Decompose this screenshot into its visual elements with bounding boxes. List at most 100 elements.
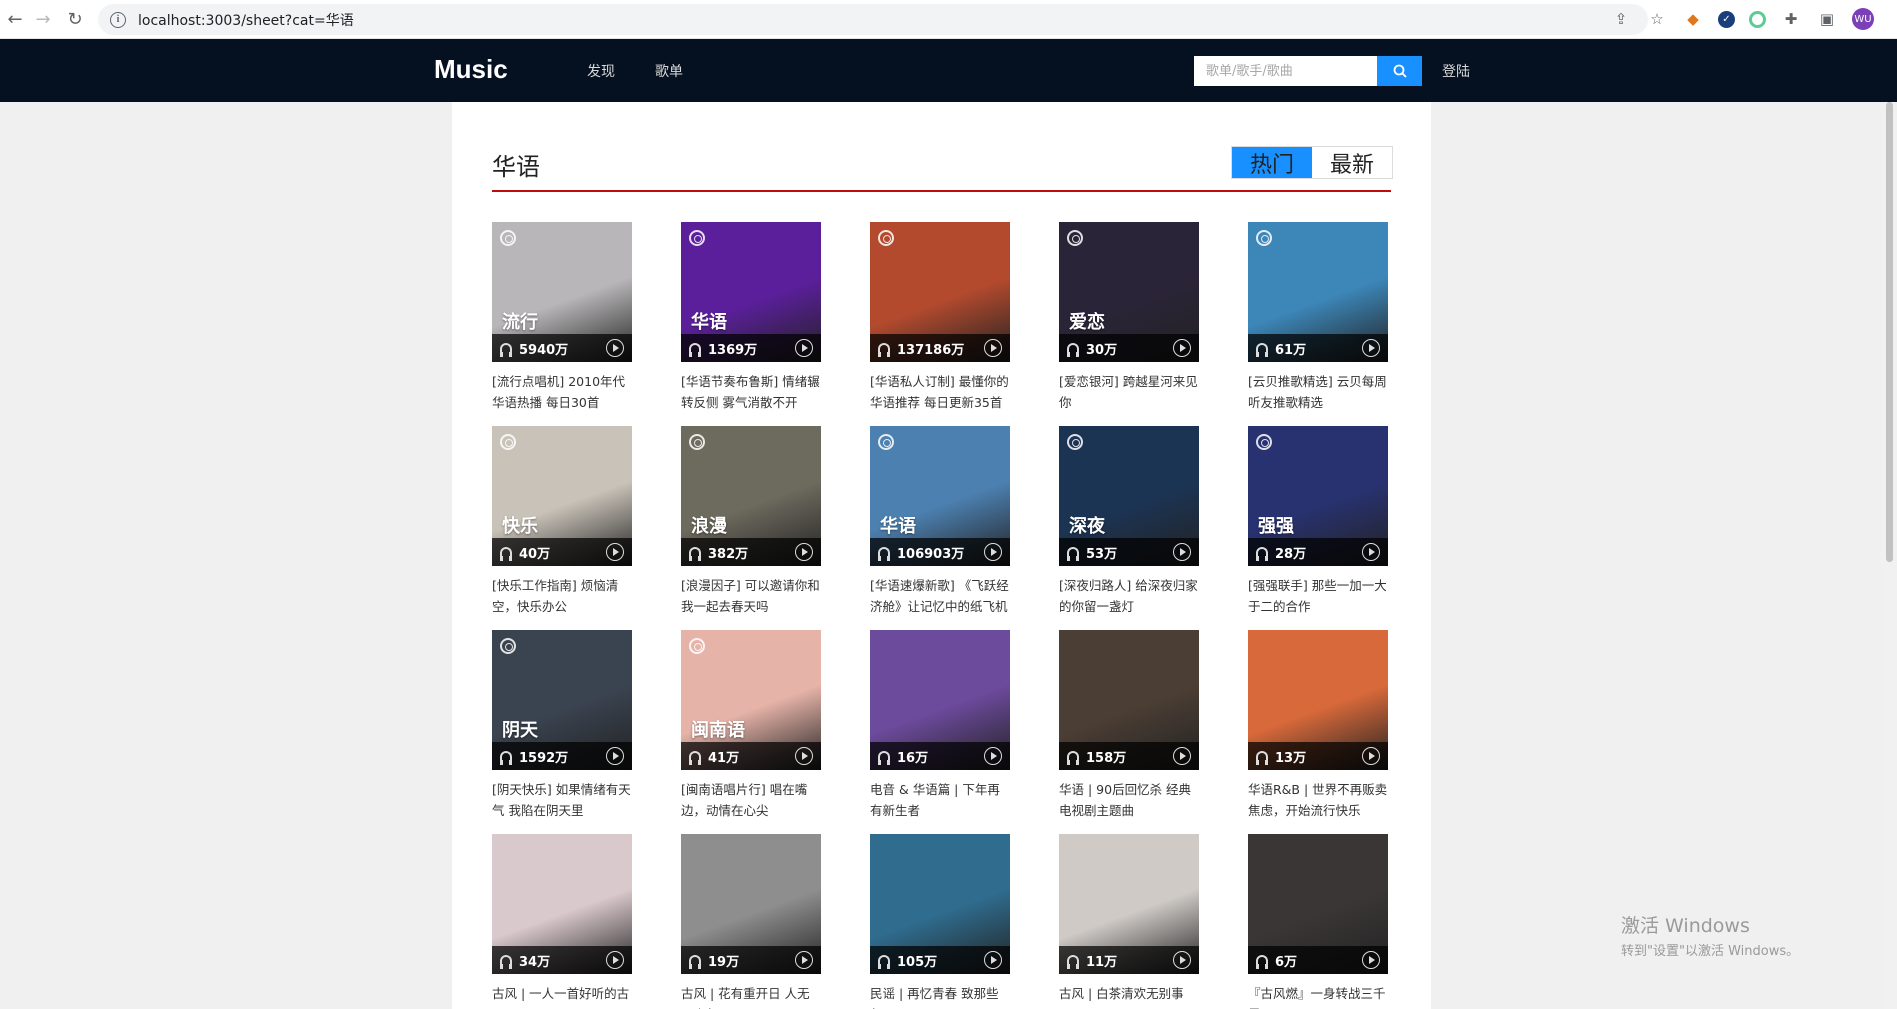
scroll-thumb[interactable] xyxy=(1886,102,1893,562)
playlist-title[interactable]: [华语节奏布鲁斯] 情绪辗转反侧 雾气消散不开 xyxy=(681,371,821,411)
playlist-title[interactable]: 华语 | 90后回忆杀 经典电视剧主题曲 xyxy=(1059,779,1199,819)
playlist-title[interactable]: [闽南语唱片行] 唱在嘴边，动情在心尖 xyxy=(681,779,821,819)
address-bar[interactable]: i localhost:3003/sheet?cat=华语 xyxy=(98,4,1648,35)
share-icon[interactable]: ⇪ xyxy=(1610,8,1632,30)
extensions-puzzle-icon[interactable]: ✚ xyxy=(1780,8,1802,30)
playlist-cover[interactable]: 137186万 xyxy=(870,222,1010,362)
tab-hot[interactable]: 热门 xyxy=(1232,147,1312,178)
play-icon[interactable] xyxy=(1173,543,1191,561)
play-icon[interactable] xyxy=(1362,951,1380,969)
playlist-cover[interactable]: 浪漫 382万 xyxy=(681,426,821,566)
playlist-card[interactable]: 61万 [云贝推歌精选] 云贝每周听友推歌精选 xyxy=(1248,222,1388,411)
playlist-title[interactable]: [爱恋银河] 跨越星河来见你 xyxy=(1059,371,1199,411)
play-icon[interactable] xyxy=(795,747,813,765)
metamask-extension-icon[interactable]: ◆ xyxy=(1682,8,1704,30)
nav-playlists[interactable]: 歌单 xyxy=(655,61,683,81)
play-icon[interactable] xyxy=(1173,339,1191,357)
playlist-title[interactable]: [深夜归路人] 给深夜归家的你留一盏灯 xyxy=(1059,575,1199,615)
playlist-title[interactable]: 民谣 | 再忆青春 致那些年 xyxy=(870,983,1010,1009)
playlist-cover[interactable]: 13万 xyxy=(1248,630,1388,770)
tab-newest[interactable]: 最新 xyxy=(1312,147,1392,178)
playlist-title[interactable]: 古风 | 白茶清欢无别事 xyxy=(1059,983,1199,1009)
search-input[interactable] xyxy=(1194,56,1377,86)
playlist-card[interactable]: 11万古风 | 白茶清欢无别事 xyxy=(1059,834,1199,1009)
playlist-title[interactable]: [流行点唱机] 2010年代华语热播 每日30首 xyxy=(492,371,632,411)
playlist-card[interactable]: 13万华语R&B | 世界不再贩卖焦虑，开始流行快乐 xyxy=(1248,630,1388,819)
playlist-cover[interactable]: 34万 xyxy=(492,834,632,974)
playlist-title[interactable]: 华语R&B | 世界不再贩卖焦虑，开始流行快乐 xyxy=(1248,779,1388,819)
playlist-cover[interactable]: 快乐 40万 xyxy=(492,426,632,566)
login-link[interactable]: 登陆 xyxy=(1442,61,1470,81)
play-icon[interactable] xyxy=(606,747,624,765)
playlist-cover[interactable]: 华语 1369万 xyxy=(681,222,821,362)
scrollbar[interactable] xyxy=(1882,102,1897,1009)
playlist-cover[interactable]: 11万 xyxy=(1059,834,1199,974)
back-icon[interactable]: ← xyxy=(0,4,30,34)
playlist-title[interactable]: [快乐工作指南] 烦恼清空，快乐办公 xyxy=(492,575,632,615)
playlist-cover[interactable]: 华语 106903万 xyxy=(870,426,1010,566)
playlist-title[interactable]: 『古风燃』一身转战三千里 xyxy=(1248,983,1388,1009)
playlist-cover[interactable]: 强强 28万 xyxy=(1248,426,1388,566)
play-icon[interactable] xyxy=(1362,543,1380,561)
site-logo[interactable]: Music xyxy=(434,54,508,85)
playlist-title[interactable]: [浪漫因子] 可以邀请你和我一起去春天吗 xyxy=(681,575,821,615)
playlist-cover[interactable]: 61万 xyxy=(1248,222,1388,362)
extension-check-icon[interactable]: ✓ xyxy=(1718,10,1735,28)
playlist-title[interactable]: [阴天快乐] 如果情绪有天气 我陷在阴天里 xyxy=(492,779,632,819)
playlist-cover[interactable]: 105万 xyxy=(870,834,1010,974)
playlist-title[interactable]: [华语私人订制] 最懂你的华语推荐 每日更新35首 xyxy=(870,371,1010,411)
play-icon[interactable] xyxy=(606,339,624,357)
site-info-icon[interactable]: i xyxy=(110,11,126,28)
playlist-card[interactable]: 爱恋 30万 [爱恋银河] 跨越星河来见你 xyxy=(1059,222,1199,411)
playlist-card[interactable]: 16万电音 & 华语篇 | 下年再有新生者 xyxy=(870,630,1010,819)
playlist-card[interactable]: 闽南语 41万 [闽南语唱片行] 唱在嘴边，动情在心尖 xyxy=(681,630,821,819)
playlist-card[interactable]: 流行 5940万 [流行点唱机] 2010年代华语热播 每日30首 xyxy=(492,222,632,411)
play-icon[interactable] xyxy=(795,339,813,357)
playlist-title[interactable]: [华语速爆新歌] 《飞跃经济舱》让记忆中的纸飞机飞到你心中 xyxy=(870,575,1010,615)
playlist-card[interactable]: 19万古风 | 花有重开日 人无再少年 xyxy=(681,834,821,1009)
playlist-cover[interactable]: 阴天 1592万 xyxy=(492,630,632,770)
play-icon[interactable] xyxy=(606,951,624,969)
playlist-title[interactable]: 电音 & 华语篇 | 下年再有新生者 xyxy=(870,779,1010,819)
play-icon[interactable] xyxy=(795,951,813,969)
playlist-card[interactable]: 浪漫 382万 [浪漫因子] 可以邀请你和我一起去春天吗 xyxy=(681,426,821,615)
play-icon[interactable] xyxy=(1173,747,1191,765)
reload-icon[interactable]: ↻ xyxy=(60,4,90,34)
profile-avatar[interactable]: WU xyxy=(1852,8,1874,30)
playlist-card[interactable]: 34万古风 | 一人一首好听的古风 xyxy=(492,834,632,1009)
playlist-cover[interactable]: 19万 xyxy=(681,834,821,974)
playlist-card[interactable]: 6万『古风燃』一身转战三千里 xyxy=(1248,834,1388,1009)
play-icon[interactable] xyxy=(795,543,813,561)
playlist-cover[interactable]: 158万 xyxy=(1059,630,1199,770)
nav-discover[interactable]: 发现 xyxy=(587,61,615,81)
play-icon[interactable] xyxy=(984,339,1002,357)
play-icon[interactable] xyxy=(606,543,624,561)
playlist-title[interactable]: [强强联手] 那些一加一大于二的合作 xyxy=(1248,575,1388,615)
playlist-card[interactable]: 快乐 40万 [快乐工作指南] 烦恼清空，快乐办公 xyxy=(492,426,632,615)
search-button[interactable] xyxy=(1377,56,1422,86)
playlist-card[interactable]: 深夜 53万 [深夜归路人] 给深夜归家的你留一盏灯 xyxy=(1059,426,1199,615)
playlist-card[interactable]: 阴天 1592万 [阴天快乐] 如果情绪有天气 我陷在阴天里 xyxy=(492,630,632,819)
play-icon[interactable] xyxy=(984,747,1002,765)
side-panel-icon[interactable]: ▣ xyxy=(1816,8,1838,30)
play-icon[interactable] xyxy=(1173,951,1191,969)
playlist-cover[interactable]: 16万 xyxy=(870,630,1010,770)
playlist-card[interactable]: 137186万 [华语私人订制] 最懂你的华语推荐 每日更新35首 xyxy=(870,222,1010,411)
play-icon[interactable] xyxy=(1362,747,1380,765)
bookmark-star-icon[interactable]: ☆ xyxy=(1646,8,1668,30)
play-icon[interactable] xyxy=(1362,339,1380,357)
forward-icon[interactable]: → xyxy=(28,4,58,34)
playlist-cover[interactable]: 6万 xyxy=(1248,834,1388,974)
playlist-cover[interactable]: 闽南语 41万 xyxy=(681,630,821,770)
play-icon[interactable] xyxy=(984,543,1002,561)
playlist-card[interactable]: 158万华语 | 90后回忆杀 经典电视剧主题曲 xyxy=(1059,630,1199,819)
playlist-card[interactable]: 105万民谣 | 再忆青春 致那些年 xyxy=(870,834,1010,1009)
playlist-cover[interactable]: 爱恋 30万 xyxy=(1059,222,1199,362)
playlist-card[interactable]: 华语 1369万 [华语节奏布鲁斯] 情绪辗转反侧 雾气消散不开 xyxy=(681,222,821,411)
playlist-card[interactable]: 强强 28万 [强强联手] 那些一加一大于二的合作 xyxy=(1248,426,1388,615)
extension-ring-icon[interactable] xyxy=(1749,10,1766,28)
playlist-title[interactable]: 古风 | 一人一首好听的古风 xyxy=(492,983,632,1009)
play-icon[interactable] xyxy=(984,951,1002,969)
playlist-cover[interactable]: 深夜 53万 xyxy=(1059,426,1199,566)
playlist-title[interactable]: 古风 | 花有重开日 人无再少年 xyxy=(681,983,821,1009)
